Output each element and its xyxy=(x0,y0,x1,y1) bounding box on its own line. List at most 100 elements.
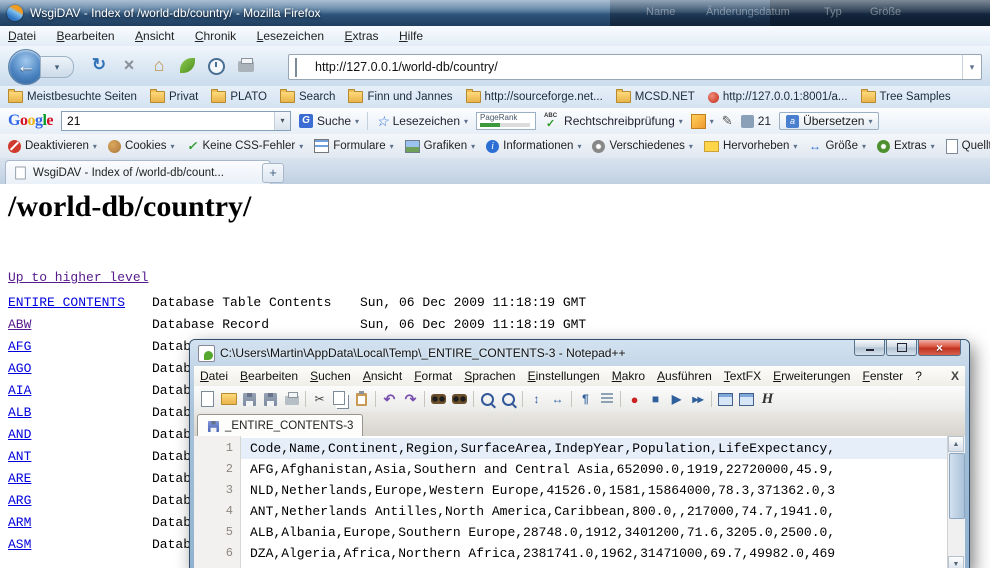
webdev-quelltext[interactable]: Quelltext xyxy=(946,139,990,154)
show-all-characters-icon[interactable]: ¶ xyxy=(576,390,595,409)
notepadpp-editor[interactable]: 1 2 3 4 5 6 Code,Name,Continent,Region,S… xyxy=(194,436,965,568)
tab-entire-contents-3[interactable]: _ENTIRE_CONTENTS-3 xyxy=(197,414,363,437)
row-link[interactable]: AFG xyxy=(8,339,31,354)
bookmark-sourceforge[interactable]: http://sourceforge.net... xyxy=(466,91,603,103)
row-link[interactable]: ASM xyxy=(8,537,31,552)
reload-icon[interactable]: ↻ xyxy=(88,54,110,76)
sync-vertical-icon[interactable]: ↕ xyxy=(527,390,546,409)
code-area[interactable]: Code,Name,Continent,Region,SurfaceArea,I… xyxy=(241,436,948,568)
webdev-deaktivieren[interactable]: Deaktivieren▾ xyxy=(8,140,97,153)
doc-switcher-icon[interactable] xyxy=(716,390,735,409)
webdev-informationen[interactable]: iInformationen▾ xyxy=(486,140,581,153)
row-link[interactable]: ALB xyxy=(8,405,31,420)
menu-hilfe[interactable]: Hilfe xyxy=(391,26,431,46)
vertical-scrollbar[interactable]: ▲ ▼ xyxy=(947,436,965,568)
menu-bearbeiten[interactable]: Bearbeiten xyxy=(48,26,122,46)
paste-icon[interactable] xyxy=(352,390,371,409)
counter-badge[interactable]: 21 xyxy=(741,114,771,128)
search-value[interactable]: 21 xyxy=(67,112,80,130)
npp-menu-format[interactable]: Format xyxy=(408,366,458,386)
google-search-button[interactable]: GSuche▾ xyxy=(299,114,359,128)
sync-horizontal-icon[interactable]: ↔ xyxy=(548,390,567,409)
webdev-grafiken[interactable]: Grafiken▾ xyxy=(405,140,475,153)
addon-clock-icon[interactable] xyxy=(208,58,225,75)
run-macro-multiple-icon[interactable]: ▶▶ xyxy=(688,390,707,409)
webdev-cookies[interactable]: Cookies▾ xyxy=(108,140,175,153)
play-macro-icon[interactable]: ▶ xyxy=(667,390,686,409)
npp-menu-sprachen[interactable]: Sprachen xyxy=(458,366,521,386)
webdev-formulare[interactable]: Formulare▾ xyxy=(314,139,393,153)
search-dropdown-icon[interactable]: ▾ xyxy=(274,112,290,130)
up-to-higher-level-link[interactable]: Up to higher level xyxy=(8,270,148,285)
print-icon[interactable] xyxy=(238,61,254,72)
bookmark-search[interactable]: Search xyxy=(280,91,335,103)
webdev-css[interactable]: ✓Keine CSS-Fehler▾ xyxy=(186,139,304,153)
menu-lesezeichen[interactable]: Lesezeichen xyxy=(249,26,332,46)
row-link[interactable]: ABW xyxy=(8,317,31,332)
stop-icon[interactable]: × xyxy=(118,54,140,76)
npp-menu-einstellungen[interactable]: Einstellungen xyxy=(522,366,606,386)
undo-icon[interactable]: ↶ xyxy=(380,390,399,409)
close-document-button[interactable]: X xyxy=(951,366,959,386)
npp-menu-datei[interactable]: Datei xyxy=(194,366,234,386)
new-file-icon[interactable] xyxy=(198,390,217,409)
row-link[interactable]: AIA xyxy=(8,383,31,398)
find-icon[interactable] xyxy=(429,390,448,409)
new-tab-button[interactable]: + xyxy=(262,163,284,183)
menu-chronik[interactable]: Chronik xyxy=(187,26,244,46)
row-link[interactable]: ARG xyxy=(8,493,31,508)
redo-icon[interactable]: ↷ xyxy=(401,390,420,409)
cut-icon[interactable]: ✂ xyxy=(310,390,329,409)
stop-macro-icon[interactable]: ■ xyxy=(646,390,665,409)
minimize-button[interactable] xyxy=(854,340,885,356)
pencil-icon[interactable]: ✎ xyxy=(722,113,733,129)
url-bar[interactable]: http://127.0.0.1/world-db/country/ ▾ xyxy=(288,54,982,80)
forward-history-button[interactable]: ▾ xyxy=(40,56,74,78)
row-link[interactable]: ANT xyxy=(8,449,31,464)
url-text[interactable]: http://127.0.0.1/world-db/country/ xyxy=(315,55,498,79)
spellcheck-button[interactable]: ABC✓Rechtschreibprüfung▾ xyxy=(544,114,683,128)
bookmark-localhost-8001[interactable]: http://127.0.0.1:8001/a... xyxy=(708,91,848,103)
back-button[interactable]: ← xyxy=(8,49,44,85)
scroll-down-icon[interactable]: ▼ xyxy=(948,556,964,568)
bookmark-plato[interactable]: PLATO xyxy=(211,91,267,103)
notepadpp-titlebar[interactable]: C:\Users\Martin\AppData\Local\Temp\_ENTI… xyxy=(190,340,969,366)
indent-guide-icon[interactable] xyxy=(597,390,616,409)
bookmark-mcsd-net[interactable]: MCSD.NET xyxy=(616,91,695,103)
url-dropdown-icon[interactable]: ▾ xyxy=(962,55,981,79)
scrollbar-thumb[interactable] xyxy=(949,453,965,519)
scroll-up-icon[interactable]: ▲ xyxy=(948,436,964,452)
menu-datei[interactable]: Datei xyxy=(0,26,44,46)
menu-extras[interactable]: Extras xyxy=(337,26,387,46)
row-link[interactable]: ARM xyxy=(8,515,31,530)
row-link[interactable]: ENTIRE CONTENTS xyxy=(8,295,125,310)
google-bookmarks-button[interactable]: ☆Lesezeichen▾ xyxy=(376,113,468,130)
row-link[interactable]: AND xyxy=(8,427,31,442)
maximize-button[interactable] xyxy=(886,340,917,356)
bookmark-tree-samples[interactable]: Tree Samples xyxy=(861,91,951,103)
npp-menu-makro[interactable]: Makro xyxy=(606,366,651,386)
open-file-icon[interactable] xyxy=(219,390,238,409)
copy-icon[interactable] xyxy=(331,390,350,409)
npp-menu-help[interactable]: ? xyxy=(909,366,928,386)
bookmark-finn-und-jannes[interactable]: Finn und Jannes xyxy=(348,91,452,103)
pagerank-widget[interactable]: PageRank xyxy=(476,112,536,130)
npp-menu-suchen[interactable]: Suchen xyxy=(304,366,357,386)
menu-ansicht[interactable]: Ansicht xyxy=(127,26,182,46)
record-macro-icon[interactable]: ● xyxy=(625,390,644,409)
google-search-input[interactable]: 21 ▾ xyxy=(61,111,291,131)
tab-wsgidav[interactable]: WsgiDAV - Index of /world-db/count... xyxy=(5,160,271,185)
npp-menu-ausfuehren[interactable]: Ausführen xyxy=(651,366,718,386)
webdev-extras[interactable]: Extras▾ xyxy=(877,140,935,153)
row-link[interactable]: ARE xyxy=(8,471,31,486)
doc-map-icon[interactable] xyxy=(737,390,756,409)
bookmark-meistbesuchte-seiten[interactable]: Meistbesuchte Seiten xyxy=(8,91,137,103)
npp-menu-textfx[interactable]: TextFX xyxy=(718,366,767,386)
webdev-hervorheben[interactable]: Hervorheben▾ xyxy=(704,140,798,152)
npp-menu-fenster[interactable]: Fenster xyxy=(856,366,909,386)
print-icon[interactable] xyxy=(282,390,301,409)
zoom-in-icon[interactable] xyxy=(478,390,497,409)
replace-icon[interactable] xyxy=(450,390,469,409)
close-button[interactable]: × xyxy=(918,340,961,356)
npp-menu-erweiterungen[interactable]: Erweiterungen xyxy=(767,366,856,386)
